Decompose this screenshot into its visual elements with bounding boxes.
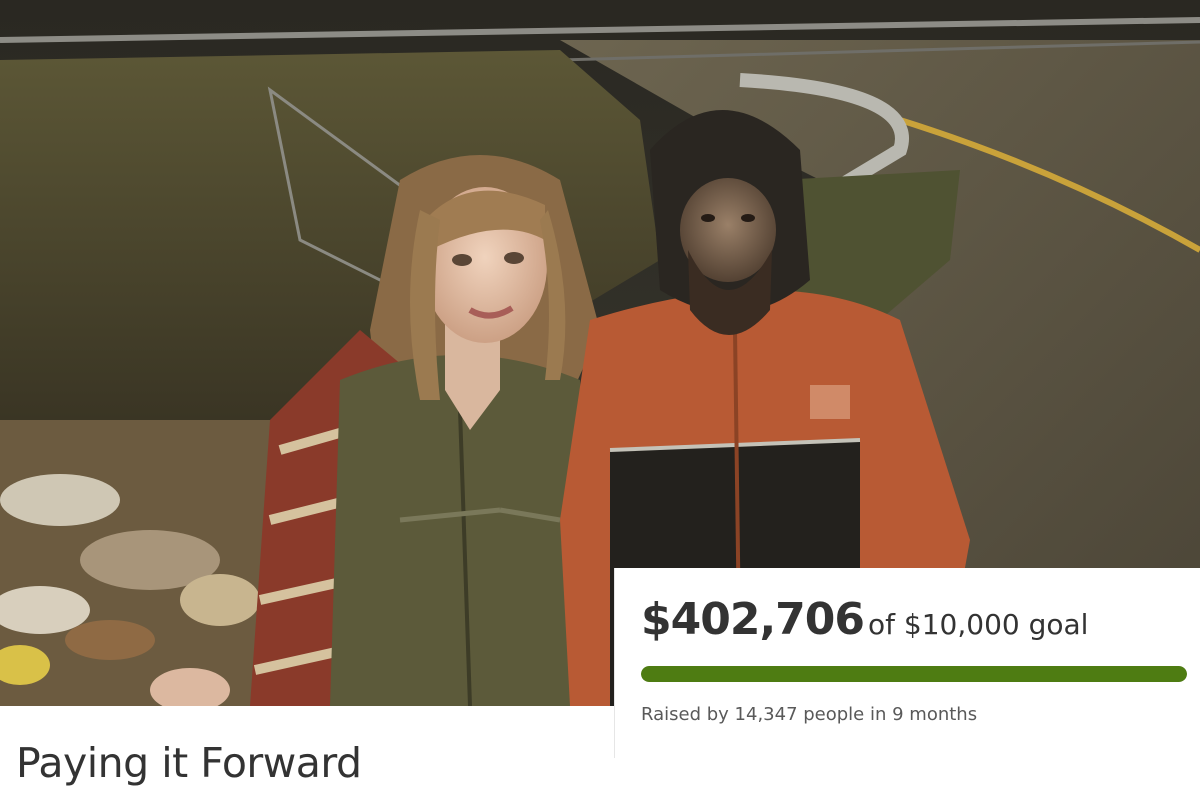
amount-raised: $402,706: [641, 594, 865, 645]
raised-summary: Raised by 14,347 people in 9 months: [641, 704, 978, 725]
amount-line: $402,706 of $10,000 goal: [641, 594, 1088, 645]
fundraising-progress-card: $402,706 of $10,000 goal Raised by 14,347…: [615, 568, 1200, 758]
campaign-page: Paying it Forward $402,706 of $10,000 goa…: [0, 0, 1200, 790]
progress-bar-fill: [641, 666, 1187, 682]
progress-bar: [641, 666, 1187, 682]
campaign-title: Paying it Forward: [16, 739, 362, 787]
goal-text: of $10,000 goal: [868, 608, 1089, 641]
